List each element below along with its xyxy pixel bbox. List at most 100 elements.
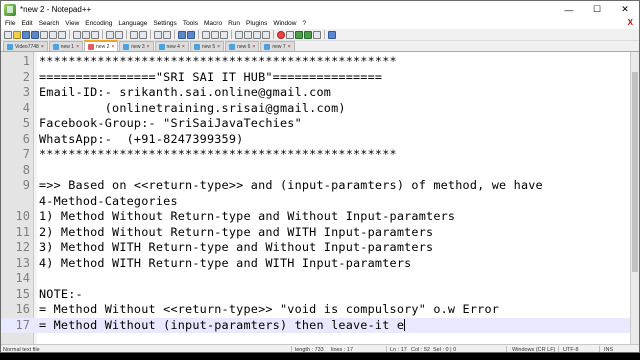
file-icon: [264, 43, 271, 50]
tab-new-1[interactable]: new 1 ×: [48, 41, 84, 51]
tab-new-6[interactable]: new 6 ×: [225, 41, 260, 51]
current-editor-line: 17 = Method Without (input-paramters) the…: [1, 317, 639, 333]
editor-line: 16 = Method Without <<return-type>> "void…: [15, 302, 500, 316]
paste-icon[interactable]: [91, 30, 99, 39]
tab-close-icon[interactable]: ×: [147, 44, 150, 50]
save-macro-icon[interactable]: [313, 30, 321, 39]
text-caret: [404, 318, 406, 331]
status-column: Col : 52: [411, 347, 430, 353]
document-map-icon[interactable]: [244, 30, 252, 39]
show-all-chars-icon[interactable]: [211, 30, 219, 39]
status-length: length : 733: [295, 347, 324, 353]
menu-view[interactable]: View: [65, 20, 79, 27]
user-language-icon[interactable]: [235, 30, 243, 39]
tab-new-3[interactable]: new 3 ×: [119, 41, 154, 51]
new-file-icon[interactable]: [4, 30, 12, 39]
text-editor[interactable]: 1 ***************************************…: [1, 52, 639, 344]
editor-line: 9 =>> Based on <<return-type>> and (input…: [22, 178, 543, 192]
editor-line: 6 WhatsApp:- (+91-8247399359): [22, 131, 244, 146]
status-lines: lines : 17: [331, 347, 354, 353]
find-icon[interactable]: [130, 30, 138, 39]
status-divider: [506, 346, 507, 352]
menu-language[interactable]: Language: [118, 20, 147, 27]
tab-close-icon[interactable]: ×: [41, 44, 44, 50]
status-insert-mode: INS: [604, 347, 614, 353]
function-list-icon[interactable]: [253, 30, 261, 39]
copy-icon[interactable]: [82, 30, 90, 39]
window-title: *new 2 - Notepad++: [20, 5, 92, 14]
maximize-button[interactable]: ☐: [583, 1, 611, 18]
menu-window[interactable]: Window: [273, 20, 296, 27]
tab-new-7[interactable]: new 7 ×: [260, 41, 295, 51]
editor-line: 10 1) Method Without Return-type and With…: [15, 209, 456, 223]
toolbar-divider: [174, 30, 175, 39]
indent-guide-icon[interactable]: [220, 30, 228, 39]
status-eol: Windows (CR LF): [512, 347, 556, 353]
save-icon[interactable]: [22, 30, 30, 39]
open-file-icon[interactable]: [13, 30, 21, 39]
play-macro-icon[interactable]: [295, 30, 303, 39]
menu-tools[interactable]: Tools: [183, 20, 198, 27]
vertical-scrollbar[interactable]: [630, 52, 639, 344]
status-bar: Normal text file length : 733 lines : 17…: [1, 344, 639, 353]
scrollbar-thumb[interactable]: [632, 72, 638, 272]
spell-check-icon[interactable]: [328, 30, 336, 39]
cut-icon[interactable]: [73, 30, 81, 39]
tab-new-4[interactable]: new 4 ×: [154, 41, 189, 51]
minimize-button[interactable]: —: [555, 1, 583, 18]
stop-macro-icon[interactable]: [286, 30, 294, 39]
tab-close-icon[interactable]: ×: [76, 44, 79, 50]
editor-line: 14: [15, 271, 30, 285]
tab-close-icon[interactable]: ×: [217, 44, 220, 50]
notepad-window: *new 2 - Notepad++ — ☐ ✕ File Edit Searc…: [0, 0, 640, 353]
menu-help[interactable]: ?: [302, 20, 306, 27]
menu-plugins[interactable]: Plugins: [246, 20, 267, 27]
tab-new-2[interactable]: new 2 ×: [84, 40, 119, 51]
menu-settings[interactable]: Settings: [153, 20, 177, 27]
close-file-icon[interactable]: [40, 30, 48, 39]
menu-edit[interactable]: Edit: [21, 20, 32, 27]
status-encoding: UTF-8: [563, 347, 579, 353]
tab-video7748[interactable]: Video7748 ×: [3, 41, 48, 51]
undo-icon[interactable]: [106, 30, 114, 39]
editor-line: 13 4) Method WITH Return-type and WITH In…: [15, 255, 412, 270]
close-button[interactable]: ✕: [611, 1, 639, 18]
editor-line: 15 NOTE:-: [15, 286, 83, 301]
zoom-out-icon[interactable]: [163, 30, 171, 39]
editor-line: 2 ================"SRI SAI IT HUB"=======…: [22, 69, 383, 84]
menu-macro[interactable]: Macro: [204, 20, 222, 27]
run-macro-multiple-icon[interactable]: [304, 30, 312, 39]
sync-vertical-icon[interactable]: [178, 30, 186, 39]
tab-close-icon[interactable]: ×: [182, 44, 185, 50]
tab-new-5[interactable]: new 5 ×: [189, 41, 225, 51]
toolbar-divider: [150, 30, 151, 39]
editor-line: 4 (onlinetraining.srisai@gmail.com): [22, 100, 346, 115]
status-divider: [291, 346, 292, 352]
close-all-icon[interactable]: [49, 30, 57, 39]
tab-close-icon[interactable]: ×: [252, 44, 255, 50]
toolbar-divider: [102, 30, 103, 39]
toolbar-divider: [324, 30, 325, 39]
record-macro-icon[interactable]: [277, 30, 285, 39]
editor-line: 8: [22, 162, 30, 177]
title-bar: *new 2 - Notepad++ — ☐ ✕: [1, 1, 639, 18]
menu-search[interactable]: Search: [39, 20, 60, 27]
menu-run[interactable]: Run: [228, 20, 240, 27]
replace-icon[interactable]: [139, 30, 147, 39]
sync-horizontal-icon[interactable]: [187, 30, 195, 39]
print-icon[interactable]: [58, 30, 66, 39]
word-wrap-icon[interactable]: [202, 30, 210, 39]
zoom-in-icon[interactable]: [154, 30, 162, 39]
menu-encoding[interactable]: Encoding: [85, 20, 112, 27]
tab-close-icon[interactable]: ×: [111, 44, 114, 50]
status-selection: Sel : 0 | 0: [433, 347, 457, 353]
editor-line: 4-Method-Categories: [39, 193, 178, 208]
redo-icon[interactable]: [115, 30, 123, 39]
document-close-icon[interactable]: X: [628, 18, 633, 27]
status-file-type: Normal text file: [3, 347, 40, 353]
menu-file[interactable]: File: [5, 20, 15, 27]
save-all-icon[interactable]: [31, 30, 39, 39]
tab-close-icon[interactable]: ×: [288, 44, 291, 50]
folder-workspace-icon[interactable]: [262, 30, 270, 39]
screen-bottom-border: [0, 353, 640, 360]
